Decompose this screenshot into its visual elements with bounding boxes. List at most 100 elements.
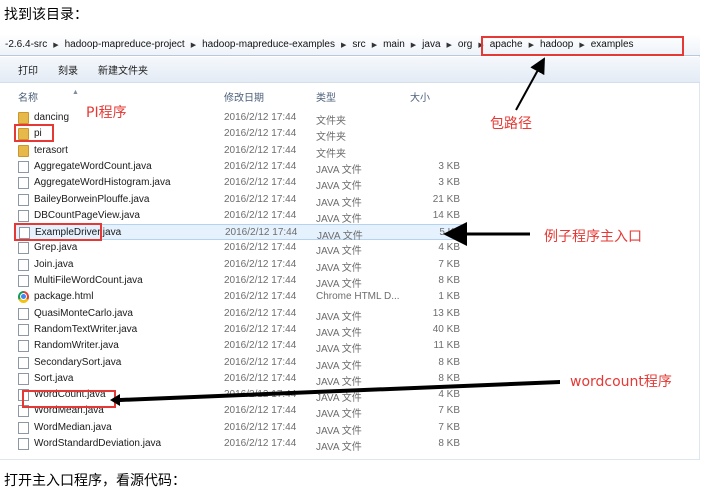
file-icon <box>18 160 29 173</box>
file-row[interactable]: SecondarySort.java 2016/2/12 17:44 JAVA 文件… <box>14 355 462 372</box>
file-name: package.html <box>34 291 94 303</box>
file-type: JAVA 文件 <box>316 425 362 437</box>
breadcrumb-item[interactable]: java ▶ <box>419 39 455 50</box>
print-button[interactable]: 打印 <box>18 62 38 77</box>
breadcrumb-label: org <box>457 39 473 50</box>
column-header-size[interactable]: 大小 <box>410 89 430 104</box>
breadcrumb-separator-icon[interactable]: ▶ <box>369 41 380 49</box>
file-row[interactable]: WordStandardDeviation.java 2016/2/12 17:4… <box>14 436 462 453</box>
breadcrumb-separator-icon[interactable]: ▶ <box>188 41 199 49</box>
file-size: 5 KB <box>439 227 461 239</box>
file-row[interactable]: DBCountPageView.java 2016/2/12 17:44 JAVA … <box>14 208 462 225</box>
file-row[interactable]: dancing 2016/2/12 17:44 文件夹 <box>14 110 462 127</box>
file-icon <box>18 177 29 190</box>
file-name: WordMedian.java <box>34 421 112 433</box>
heading-find-directory: 找到该目录： <box>4 7 88 23</box>
file-name: AggregateWordCount.java <box>34 160 152 172</box>
breadcrumb-separator-icon[interactable]: ▶ <box>526 41 537 49</box>
file-size: 8 KB <box>438 356 460 368</box>
file-name: terasort <box>34 144 68 156</box>
file-type: JAVA 文件 <box>316 311 362 323</box>
breadcrumb-label: hadoop <box>539 39 574 50</box>
file-size: 3 KB <box>438 160 460 172</box>
breadcrumb-item[interactable]: hadoop ▶ <box>537 39 588 50</box>
breadcrumb-label: src <box>352 39 366 50</box>
file-row[interactable]: WordMedian.java 2016/2/12 17:44 JAVA 文件 7 K… <box>14 420 462 437</box>
file-date: 2016/2/12 17:44 <box>224 291 297 303</box>
column-header-type[interactable]: 类型 <box>316 89 336 104</box>
file-type: JAVA 文件 <box>316 246 362 258</box>
file-icon <box>18 389 29 402</box>
file-size: 11 KB <box>433 340 461 352</box>
file-icon <box>18 405 29 418</box>
file-row[interactable]: ExampleDriver.java 2016/2/12 17:44 JAVA 文件… <box>14 224 462 242</box>
file-icon <box>18 356 29 369</box>
file-size: 8 KB <box>438 275 460 286</box>
file-row[interactable]: Join.java 2016/2/12 17:44 JAVA 文件 7 KB <box>14 257 462 274</box>
file-date: 2016/2/12 17:44 <box>224 209 297 221</box>
breadcrumb-separator-icon[interactable]: ▶ <box>444 41 455 49</box>
file-date: 2016/2/12 17:44 <box>224 160 297 172</box>
file-icon <box>18 307 29 320</box>
file-row[interactable]: RandomTextWriter.java 2016/2/12 17:44 JAVA… <box>14 322 462 339</box>
breadcrumb-separator-icon[interactable]: ▶ <box>576 41 587 49</box>
file-date: 2016/2/12 17:44 <box>224 177 297 189</box>
file-name: MultiFileWordCount.java <box>34 275 143 286</box>
file-row[interactable]: AggregateWordCount.java 2016/2/12 17:44 JA… <box>14 159 462 176</box>
file-row[interactable]: RandomWriter.java 2016/2/12 17:44 JAVA 文件 1… <box>14 338 462 355</box>
file-row[interactable]: BaileyBorweinPlouffe.java 2016/2/12 17:44… <box>14 192 462 209</box>
file-row[interactable]: package.html 2016/2/12 17:44 Chrome HTML D… <box>14 289 462 305</box>
file-name: dancing <box>34 112 70 123</box>
file-row[interactable]: WordCount.java 2016/2/12 17:44 JAVA 文件 4 KB <box>14 387 462 404</box>
file-date: 2016/2/12 17:44 <box>224 275 297 286</box>
breadcrumb-item[interactable]: -2.6.4-src ▶ <box>2 39 62 50</box>
explorer-toolbar: 打印 刻录 新建文件夹 <box>0 57 700 83</box>
file-date: 2016/2/12 17:44 <box>224 421 297 433</box>
file-type: JAVA 文件 <box>316 376 362 388</box>
breadcrumb-item[interactable]: main ▶ <box>380 39 419 50</box>
file-row[interactable]: pi 2016/2/12 17:44 文件夹 <box>14 126 462 143</box>
breadcrumb-item[interactable]: hadoop-mapreduce-project ▶ <box>62 39 199 50</box>
column-header-name[interactable]: 名称 <box>18 89 38 104</box>
breadcrumb-item[interactable]: org ▶ <box>455 39 487 50</box>
breadcrumb-separator-icon[interactable]: ▶ <box>408 41 419 49</box>
file-row[interactable]: WordMean.java 2016/2/12 17:44 JAVA 文件 7 KB <box>14 403 462 420</box>
file-size: 1 KB <box>438 291 460 303</box>
file-size: 13 KB <box>432 307 460 319</box>
file-row[interactable]: MultiFileWordCount.java 2016/2/12 17:44 JA… <box>14 273 462 290</box>
breadcrumb-separator-icon[interactable]: ▶ <box>475 41 486 49</box>
file-icon <box>18 275 29 287</box>
breadcrumb-item[interactable]: examples <box>588 39 637 50</box>
file-icon <box>18 242 29 255</box>
file-date: 2016/2/12 17:44 <box>224 389 297 401</box>
file-row[interactable]: QuasiMonteCarlo.java 2016/2/12 17:44 JAVA … <box>14 306 462 323</box>
file-name: QuasiMonteCarlo.java <box>34 307 133 319</box>
breadcrumb-label: hadoop-mapreduce-project <box>64 39 185 50</box>
breadcrumb-item[interactable]: src ▶ <box>349 39 380 50</box>
file-icon <box>18 323 29 336</box>
breadcrumb-separator-icon[interactable]: ▶ <box>338 41 349 49</box>
column-header-date[interactable]: 修改日期 <box>224 89 264 104</box>
new-folder-button[interactable]: 新建文件夹 <box>98 62 148 77</box>
file-date: 2016/2/12 17:44 <box>225 227 298 239</box>
file-type: JAVA 文件 <box>316 181 362 193</box>
file-type: JAVA 文件 <box>316 279 362 290</box>
file-row[interactable]: Grep.java 2016/2/12 17:44 JAVA 文件 4 KB <box>14 240 462 258</box>
file-row[interactable]: terasort 2016/2/12 17:44 文件夹 <box>14 143 462 160</box>
burn-button[interactable]: 刻录 <box>58 62 78 77</box>
file-row[interactable]: AggregateWordHistogram.java 2016/2/12 17:… <box>14 175 462 193</box>
file-name: DBCountPageView.java <box>34 209 140 221</box>
file-explorer-window: -2.6.4-src ▶ hadoop-mapreduce-project ▶ hado… <box>0 34 700 460</box>
file-date: 2016/2/12 17:44 <box>224 307 297 319</box>
file-name: Join.java <box>34 258 74 270</box>
file-name: WordStandardDeviation.java <box>34 438 162 449</box>
breadcrumb-label: examples <box>590 39 634 50</box>
breadcrumb-item[interactable]: hadoop-mapreduce-examples ▶ <box>199 39 349 50</box>
breadcrumb-item[interactable]: apache ▶ <box>487 39 537 50</box>
breadcrumb-label: main <box>383 39 405 50</box>
file-date: 2016/2/12 17:44 <box>224 258 297 270</box>
address-bar-breadcrumb[interactable]: -2.6.4-src ▶ hadoop-mapreduce-project ▶ hado… <box>0 34 700 56</box>
file-row[interactable]: Sort.java 2016/2/12 17:44 JAVA 文件 8 KB <box>14 371 462 388</box>
file-date: 2016/2/12 17:44 <box>224 356 297 368</box>
breadcrumb-separator-icon[interactable]: ▶ <box>50 41 61 49</box>
